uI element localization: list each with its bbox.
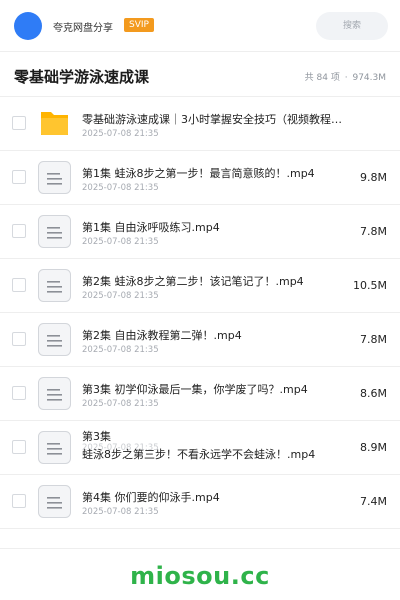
file-name: 第3集 蛙泳8步之第三步！不看永远学不会蛙泳！.mp4: [82, 428, 347, 468]
document-icon: [38, 323, 71, 356]
list-item[interactable]: 2025-07-08 21:35 第3集 蛙泳8步之第三步！不看永远学不会蛙泳！…: [0, 421, 400, 475]
file-name: 零基础游泳速成课｜3小时掌握安全技巧（视频教程+动作图解）: [82, 113, 347, 126]
file-name: 第2集 自由泳教程第二弹！.mp4: [82, 329, 242, 342]
document-icon: [38, 269, 71, 302]
file-name: 第4集 你们要的仰泳手.mp4: [82, 491, 220, 504]
select-checkbox[interactable]: [12, 170, 26, 184]
select-checkbox[interactable]: [12, 224, 26, 238]
document-icon: [38, 485, 71, 518]
svip-badge: SVIP: [124, 18, 154, 32]
folder-icon: [41, 112, 68, 135]
document-icon: [38, 431, 71, 464]
file-name-line-2: 蛙泳8步之第三步！不看永远学不会蛙泳！.mp4: [82, 448, 316, 461]
file-size: 7.4M: [360, 495, 387, 508]
file-size: 7.8M: [360, 225, 387, 238]
search-input[interactable]: 搜索: [316, 12, 388, 40]
file-size: 10.5M: [353, 279, 387, 292]
list-item[interactable]: 零基础游泳速成课｜3小时掌握安全技巧（视频教程+动作图解） 2025-07-08…: [0, 97, 400, 151]
document-icon: [38, 377, 71, 410]
app-header: 夸克网盘分享 SVIP 搜索: [0, 0, 400, 52]
document-icon: [38, 215, 71, 248]
file-size: 8.9M: [360, 441, 387, 454]
select-checkbox[interactable]: [12, 332, 26, 346]
select-checkbox[interactable]: [12, 440, 26, 454]
avatar[interactable]: [14, 12, 42, 40]
file-name: 第3集 初学仰泳最后一集，你学废了吗？.mp4: [82, 383, 308, 396]
file-date: 2025-07-08 21:35: [82, 507, 159, 517]
file-name: 第2集 蛙泳8步之第二步！该记笔记了！.mp4: [82, 275, 304, 288]
list-item[interactable]: 第2集 自由泳教程第二弹！.mp4 2025-07-08 21:35 7.8M: [0, 313, 400, 367]
watermark: miosou.cc: [130, 562, 270, 590]
select-checkbox[interactable]: [12, 278, 26, 292]
file-date: 2025-07-08 21:35: [82, 291, 159, 301]
list-item[interactable]: 第1集 自由泳呼吸练习.mp4 2025-07-08 21:35 7.8M: [0, 205, 400, 259]
list-item[interactable]: 第3集 初学仰泳最后一集，你学废了吗？.mp4 2025-07-08 21:35…: [0, 367, 400, 421]
select-checkbox[interactable]: [12, 494, 26, 508]
folder-summary: 共 84 项 · 974.3M: [304, 70, 387, 83]
list-item[interactable]: 第2集 蛙泳8步之第二步！该记笔记了！.mp4 2025-07-08 21:35…: [0, 259, 400, 313]
file-list: 零基础游泳速成课｜3小时掌握安全技巧（视频教程+动作图解） 2025-07-08…: [0, 97, 400, 529]
list-item[interactable]: 第1集 蛙泳8步之第一步！最言简意赅的！.mp4 2025-07-08 21:3…: [0, 151, 400, 205]
file-date: 2025-07-08 21:35: [82, 237, 159, 247]
total-size: 974.3M: [352, 73, 386, 83]
file-name: 第1集 自由泳呼吸练习.mp4: [82, 221, 220, 234]
file-size: 7.8M: [360, 333, 387, 346]
file-size: 8.6M: [360, 387, 387, 400]
footer-divider: [0, 548, 400, 549]
file-date: 2025-07-08 21:35: [82, 183, 159, 193]
file-size: 9.8M: [360, 171, 387, 184]
summary-separator: ·: [344, 73, 348, 83]
file-date: 2025-07-08 21:35: [82, 399, 159, 409]
list-item[interactable]: 第4集 你们要的仰泳手.mp4 2025-07-08 21:35 7.4M: [0, 475, 400, 529]
file-date: 2025-07-08 21:35: [82, 129, 159, 139]
select-checkbox[interactable]: [12, 116, 26, 130]
file-date: 2025-07-08 21:35: [82, 345, 159, 355]
file-name: 第1集 蛙泳8步之第一步！最言简意赅的！.mp4: [82, 167, 315, 180]
folder-title-bar: 零基础学游泳速成课 共 84 项 · 974.3M: [0, 53, 400, 97]
select-checkbox[interactable]: [12, 386, 26, 400]
document-icon: [38, 161, 71, 194]
item-count: 共 84 项: [304, 73, 340, 83]
brand-name: 夸克网盘分享: [53, 23, 113, 34]
file-name-line-1: 第3集: [82, 430, 111, 443]
page-title: 零基础学游泳速成课: [14, 68, 150, 86]
